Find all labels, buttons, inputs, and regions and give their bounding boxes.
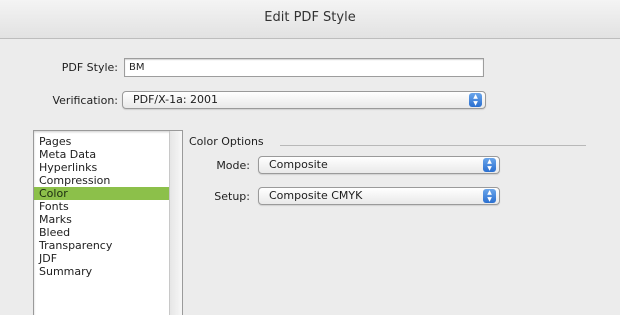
window-title: Edit PDF Style	[264, 10, 356, 25]
mode-label: Mode:	[216, 159, 250, 172]
pdf-style-input[interactable]: BM	[124, 58, 484, 77]
list-item-bleed[interactable]: Bleed	[34, 226, 169, 239]
category-list[interactable]: Pages Meta Data Hyperlinks Compression C…	[33, 130, 183, 315]
color-options-title: Color Options	[189, 135, 264, 148]
list-item-color[interactable]: Color	[34, 187, 169, 200]
mode-value: Composite	[269, 158, 328, 171]
list-item-jdf[interactable]: JDF	[34, 252, 169, 265]
mode-select[interactable]: Composite ▲ ▼	[258, 156, 500, 174]
list-item-summary[interactable]: Summary	[34, 265, 169, 278]
pdf-style-label: PDF Style:	[61, 61, 118, 74]
up-down-arrows-icon: ▲ ▼	[483, 189, 496, 203]
setup-label: Setup:	[214, 190, 250, 203]
up-down-arrows-icon: ▲ ▼	[469, 93, 482, 107]
edit-pdf-style-dialog: Edit PDF Style PDF Style: BM Verificatio…	[0, 0, 620, 315]
verification-label: Verification:	[52, 94, 118, 107]
verification-select[interactable]: PDF/X-1a: 2001 ▲ ▼	[122, 91, 486, 109]
setup-select[interactable]: Composite CMYK ▲ ▼	[258, 187, 500, 205]
color-options-divider	[280, 145, 586, 146]
list-item-transparency[interactable]: Transparency	[34, 239, 169, 252]
verification-value: PDF/X-1a: 2001	[133, 93, 219, 106]
list-scrollbar[interactable]	[169, 131, 182, 315]
list-item-fonts[interactable]: Fonts	[34, 200, 169, 213]
setup-value: Composite CMYK	[269, 189, 363, 202]
list-item-marks[interactable]: Marks	[34, 213, 169, 226]
pdf-style-value: BM	[129, 62, 145, 73]
title-bar[interactable]: Edit PDF Style	[0, 0, 620, 39]
list-item-hyperlinks[interactable]: Hyperlinks	[34, 161, 169, 174]
list-item-pages[interactable]: Pages	[34, 135, 169, 148]
dialog-content: PDF Style: BM Verification: PDF/X-1a: 20…	[0, 39, 620, 315]
list-item-compression[interactable]: Compression	[34, 174, 169, 187]
list-item-meta-data[interactable]: Meta Data	[34, 148, 169, 161]
up-down-arrows-icon: ▲ ▼	[483, 158, 496, 172]
